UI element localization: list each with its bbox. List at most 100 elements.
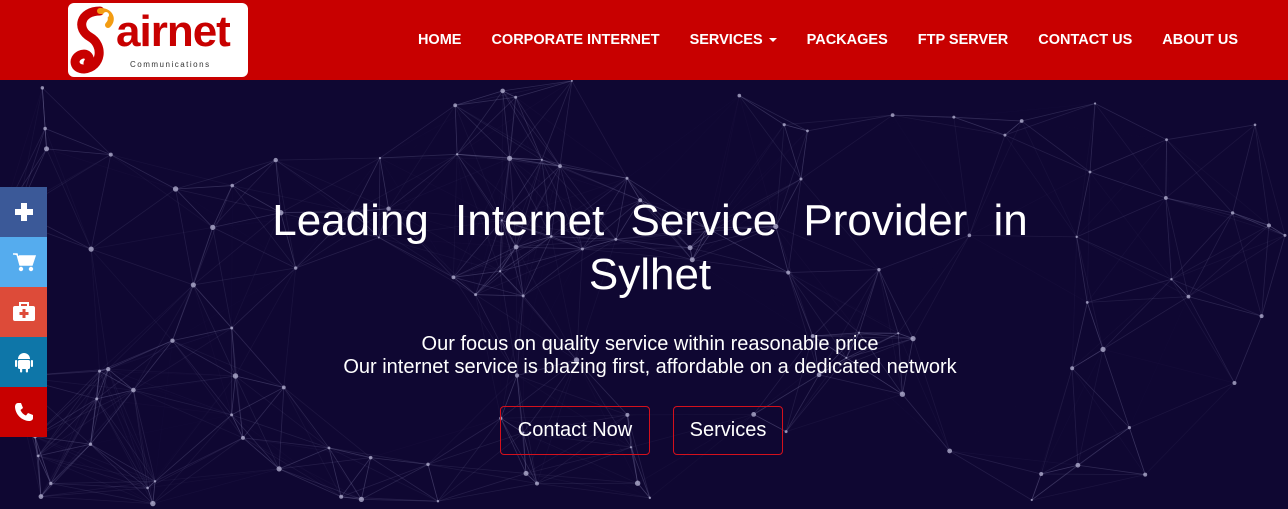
cart-icon: [12, 253, 36, 272]
contact-now-button[interactable]: Contact Now: [500, 406, 650, 455]
network-node: [1127, 426, 1131, 430]
network-node: [36, 454, 40, 458]
network-node: [1100, 346, 1106, 352]
network-line: [1165, 197, 1270, 226]
nav-contact-us-label: CONTACT US: [1038, 32, 1133, 48]
network-line: [91, 248, 194, 286]
sidebar-phone-button[interactable]: [0, 387, 47, 437]
network-node: [150, 500, 156, 507]
network-node: [1283, 233, 1287, 237]
network-line: [41, 369, 108, 496]
network-line: [152, 414, 232, 504]
brand-name: airnet: [116, 7, 231, 56]
brand-logo[interactable]: airnet Communications: [68, 3, 248, 77]
network-node: [1093, 102, 1097, 105]
network-node: [106, 367, 111, 372]
network-node: [737, 93, 742, 98]
network-node: [1019, 119, 1024, 123]
hero-subtitle: Our focus on quality service within reas…: [300, 333, 1000, 379]
network-node: [40, 86, 45, 90]
network-line: [328, 447, 429, 465]
hero-buttons: Contact Now Services: [500, 406, 783, 455]
nav-about-us-label: ABOUT US: [1162, 32, 1238, 48]
network-line: [172, 284, 194, 341]
network-line: [1071, 368, 1079, 466]
network-line: [902, 393, 950, 452]
network-line: [807, 114, 893, 132]
network-line: [738, 95, 802, 180]
phone-icon: [14, 403, 33, 421]
network-line: [502, 90, 561, 167]
chevron-down-icon: [768, 38, 777, 42]
nav-services-label: SERVICES: [689, 32, 763, 48]
network-line: [1232, 212, 1286, 236]
network-line: [559, 165, 628, 179]
network-node: [952, 115, 956, 119]
nav-packages[interactable]: PACKAGES: [807, 32, 888, 48]
sidebar-android-button[interactable]: [0, 337, 47, 387]
network-line: [1077, 464, 1146, 476]
network-line: [278, 468, 362, 500]
network-line: [1171, 212, 1233, 280]
nav-corporate-internet[interactable]: CORPORATE INTERNET: [491, 32, 659, 48]
network-node: [230, 326, 234, 330]
nav-ftp-server[interactable]: FTP SERVER: [918, 32, 1009, 48]
hero-line-2: Our internet service is blazing first, a…: [343, 356, 957, 378]
network-line: [380, 97, 516, 158]
network-line: [41, 390, 133, 496]
network-node: [507, 155, 513, 161]
network-node: [38, 494, 44, 499]
sidebar-cart-button[interactable]: [0, 237, 47, 287]
sidebar-medkit-button[interactable]: [0, 287, 47, 337]
network-node: [1070, 366, 1075, 371]
network-line: [148, 341, 173, 488]
network-node: [890, 113, 895, 118]
network-node: [947, 448, 953, 454]
network-line: [1089, 139, 1167, 173]
network-line: [954, 117, 1090, 172]
network-line: [42, 87, 112, 155]
network-line: [1090, 172, 1233, 213]
network-line: [437, 417, 502, 502]
network-node: [534, 481, 539, 486]
hero-line-1: Our focus on quality service within reas…: [421, 333, 879, 355]
network-node: [43, 126, 47, 131]
network-line: [1254, 124, 1270, 226]
network-line: [1232, 212, 1262, 317]
network-line: [1165, 139, 1167, 198]
nav-corporate-internet-label: CORPORATE INTERNET: [491, 32, 660, 48]
network-line: [1144, 382, 1235, 475]
airnet-logo-icon: [70, 6, 114, 74]
network-node: [455, 153, 459, 156]
network-line: [1076, 236, 1189, 297]
services-button[interactable]: Services: [673, 406, 783, 455]
network-line: [785, 374, 820, 432]
network-node: [232, 373, 239, 379]
network-line: [455, 80, 572, 106]
network-line: [427, 463, 538, 484]
nav-home[interactable]: HOME: [418, 32, 462, 48]
nav-services[interactable]: SERVICES: [690, 32, 777, 48]
network-node: [625, 176, 629, 180]
android-icon: [14, 353, 33, 373]
sidebar-plus-button[interactable]: [0, 187, 47, 237]
network-node: [95, 397, 99, 401]
network-line: [232, 159, 276, 186]
network-node: [1030, 498, 1033, 502]
network-line: [454, 105, 458, 155]
network-line: [1165, 197, 1286, 236]
network-line: [175, 188, 194, 286]
network-node: [88, 442, 93, 446]
nav-contact-us[interactable]: CONTACT US: [1038, 32, 1132, 48]
network-line: [526, 473, 638, 484]
network-line: [231, 414, 342, 498]
network-node: [97, 369, 101, 373]
network-node: [436, 500, 440, 503]
network-node: [558, 164, 562, 168]
network-line: [785, 393, 903, 432]
nav-about-us[interactable]: ABOUT US: [1162, 32, 1238, 48]
network-line: [954, 104, 1095, 118]
network-line: [1086, 197, 1167, 303]
network-line: [427, 463, 527, 474]
network-node: [378, 156, 382, 160]
